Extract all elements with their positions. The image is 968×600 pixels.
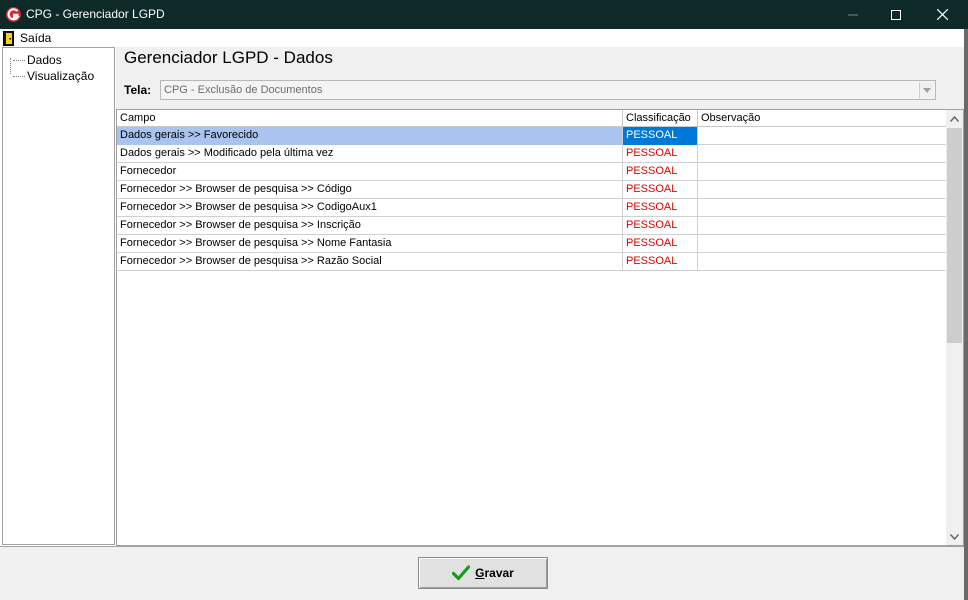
cell-classificacao[interactable]: PESSOAL xyxy=(623,235,698,253)
page-title: Gerenciador LGPD - Dados xyxy=(124,48,333,67)
tree-item-visualizacao[interactable]: Visualização xyxy=(13,69,94,83)
table-row[interactable]: Fornecedor >> Browser de pesquisa >> Nom… xyxy=(117,235,947,253)
cell-campo[interactable]: Fornecedor >> Browser de pesquisa >> Raz… xyxy=(117,253,623,271)
title-bar: CPG - Gerenciador LGPD xyxy=(0,0,968,29)
save-button[interactable]: Gravar xyxy=(418,557,548,589)
column-header-observacao[interactable]: Observação xyxy=(698,110,947,127)
tree-item-dados[interactable]: Dados xyxy=(13,53,62,67)
checkmark-icon xyxy=(452,565,471,581)
table-row[interactable]: Fornecedor >> Browser de pesquisa >> Cód… xyxy=(117,181,947,199)
exit-door-icon xyxy=(3,30,14,46)
cell-observacao[interactable] xyxy=(698,235,947,253)
menu-exit[interactable]: Saída xyxy=(3,30,51,46)
cell-campo[interactable]: Dados gerais >> Modificado pela última v… xyxy=(117,145,623,163)
cell-campo[interactable]: Fornecedor >> Browser de pesquisa >> Ins… xyxy=(117,217,623,235)
cell-classificacao[interactable]: PESSOAL xyxy=(623,127,698,145)
close-icon xyxy=(936,9,948,20)
cell-campo[interactable]: Fornecedor >> Browser de pesquisa >> Cod… xyxy=(117,199,623,217)
cell-classificacao[interactable]: PESSOAL xyxy=(623,145,698,163)
window-edge xyxy=(964,29,968,600)
scroll-down-button[interactable] xyxy=(946,528,963,545)
menu-bar: Saída xyxy=(0,29,968,47)
table-row[interactable]: Fornecedor >> Browser de pesquisa >> Ins… xyxy=(117,217,947,235)
navigation-tree: Dados Visualização xyxy=(2,47,115,545)
footer-bar: Gravar xyxy=(0,546,968,600)
main-header: Gerenciador LGPD - Dados Tela: CPG - Exc… xyxy=(116,47,964,109)
cell-observacao[interactable] xyxy=(698,145,947,163)
chevron-up-icon xyxy=(950,115,959,122)
tree-connector xyxy=(13,75,25,77)
cell-observacao[interactable] xyxy=(698,253,947,271)
tela-select[interactable]: CPG - Exclusão de Documentos xyxy=(160,80,936,100)
cell-classificacao[interactable]: PESSOAL xyxy=(623,217,698,235)
save-button-accelerator: G xyxy=(475,566,485,580)
cell-campo[interactable]: Fornecedor >> Browser de pesquisa >> Cód… xyxy=(117,181,623,199)
vertical-scrollbar[interactable] xyxy=(946,110,963,545)
tela-label: Tela: xyxy=(124,83,152,97)
menu-exit-label: Saída xyxy=(20,31,52,45)
minimize-button[interactable] xyxy=(830,0,876,29)
cell-observacao[interactable] xyxy=(698,181,947,199)
cell-observacao[interactable] xyxy=(698,163,947,181)
table-row[interactable]: Fornecedor PESSOAL xyxy=(117,163,947,181)
cell-observacao[interactable] xyxy=(698,127,947,145)
window-title: CPG - Gerenciador LGPD xyxy=(26,7,165,21)
cell-classificacao[interactable]: PESSOAL xyxy=(623,163,698,181)
chevron-down-icon xyxy=(950,533,959,540)
save-button-label: ravar xyxy=(484,566,514,580)
scroll-up-button[interactable] xyxy=(946,110,963,127)
tree-item-label: Dados xyxy=(27,53,62,67)
tela-select-value: CPG - Exclusão de Documentos xyxy=(164,84,323,96)
table-row[interactable]: Fornecedor >> Browser de pesquisa >> Cod… xyxy=(117,199,947,217)
tela-select-dropdown-button[interactable] xyxy=(919,82,934,98)
chevron-down-icon xyxy=(923,87,931,93)
minimize-icon xyxy=(848,14,858,15)
maximize-icon xyxy=(891,9,901,20)
cell-observacao[interactable] xyxy=(698,199,947,217)
tree-connector xyxy=(13,59,25,61)
cell-campo[interactable]: Dados gerais >> Favorecido xyxy=(117,127,623,145)
table-row[interactable]: Dados gerais >> Modificado pela última v… xyxy=(117,145,947,163)
cell-campo[interactable]: Fornecedor >> Browser de pesquisa >> Nom… xyxy=(117,235,623,253)
tree-item-label: Visualização xyxy=(27,69,95,83)
column-header-classificacao[interactable]: Classificação xyxy=(623,110,698,127)
maximize-button[interactable] xyxy=(873,0,919,29)
data-grid: Campo Classificação Observação Dados ger… xyxy=(116,109,964,546)
cell-classificacao[interactable]: PESSOAL xyxy=(623,253,698,271)
cell-observacao[interactable] xyxy=(698,217,947,235)
tree-vertical-connector xyxy=(10,58,11,74)
cell-campo[interactable]: Fornecedor xyxy=(117,163,623,181)
table-row[interactable]: Dados gerais >> Favorecido PESSOAL xyxy=(117,127,947,145)
app-logo-icon xyxy=(6,7,21,22)
column-header-campo[interactable]: Campo xyxy=(117,110,623,127)
cell-classificacao[interactable]: PESSOAL xyxy=(623,199,698,217)
cell-classificacao[interactable]: PESSOAL xyxy=(623,181,698,199)
scroll-thumb[interactable] xyxy=(947,128,962,343)
grid-header: Campo Classificação Observação xyxy=(117,110,947,127)
close-button[interactable] xyxy=(919,0,965,29)
table-row[interactable]: Fornecedor >> Browser de pesquisa >> Raz… xyxy=(117,253,947,271)
